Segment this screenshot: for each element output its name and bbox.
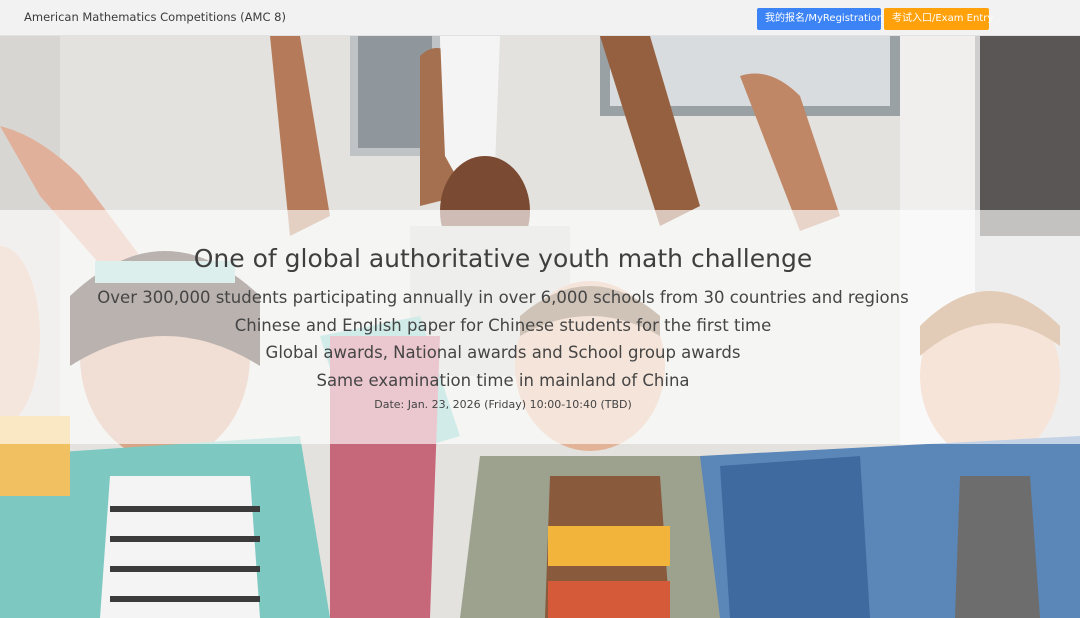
hero-title: One of global authoritative youth math c…: [193, 244, 813, 273]
site-brand[interactable]: American Mathematics Competitions (AMC 8…: [24, 10, 286, 24]
exam-entry-button[interactable]: 考试入口/Exam Entry: [884, 8, 993, 30]
hero-exam-date: Date: Jan. 23, 2026 (Friday) 10:00-10:40…: [374, 398, 632, 411]
hero-line-awards: Global awards, National awards and Schoo…: [265, 343, 741, 362]
hero-line-paper-language: Chinese and English paper for Chinese st…: [234, 316, 772, 335]
top-navbar: American Mathematics Competitions (AMC 8…: [0, 0, 1080, 36]
hero-line-exam-time: Same examination time in mainland of Chi…: [316, 371, 690, 390]
my-registration-button[interactable]: 我的报名/MyRegistration: [757, 8, 883, 30]
hero-line-participation: Over 300,000 students participating annu…: [97, 288, 909, 307]
hero-caption: One of global authoritative youth math c…: [0, 210, 1080, 444]
